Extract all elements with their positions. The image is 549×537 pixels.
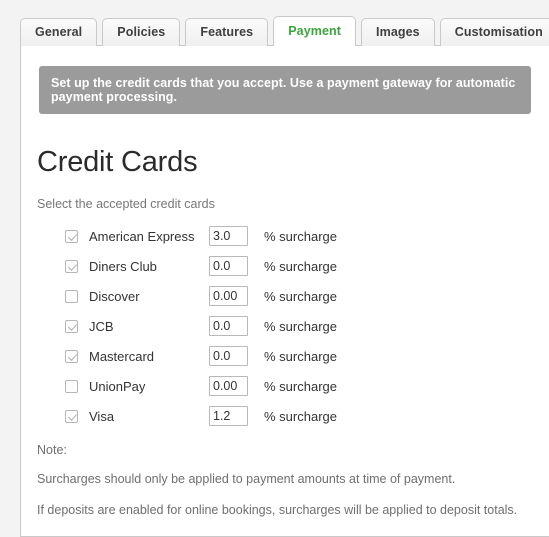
credit-card-label: American Express [89,228,195,244]
credit-card-row: Visa % surcharge [21,403,549,429]
tab-features[interactable]: Features [185,18,269,46]
surcharge-unit-label: % surcharge [264,288,337,304]
credit-card-label: Mastercard [89,348,155,364]
credit-cards-sub-label: Select the accepted credit cards [37,197,215,211]
credit-card-list: American Express % surcharge Diners Club % … [21,223,549,429]
surcharge-input-american-express[interactable] [209,226,248,246]
credit-card-row: Mastercard % surcharge [21,343,549,369]
checkbox-discover[interactable] [65,289,78,303]
surcharge-input-diners-club[interactable] [209,256,248,276]
credit-card-label: Discover [89,288,140,304]
checkbox-visa[interactable] [65,409,78,423]
checkbox-unionpay[interactable] [65,379,78,393]
checkbox-jcb[interactable] [65,319,78,333]
credit-card-row: UnionPay % surcharge [21,373,549,399]
surcharge-unit-label: % surcharge [264,348,337,364]
note-line: Surcharges should only be applied to pay… [37,472,456,486]
tab-payment[interactable]: Payment [273,16,357,46]
surcharge-input-jcb[interactable] [209,316,248,336]
credit-card-row: American Express % surcharge [21,223,549,249]
surcharge-unit-label: % surcharge [264,378,337,394]
checkbox-mastercard[interactable] [65,349,78,363]
surcharge-input-unionpay[interactable] [209,376,248,396]
surcharge-input-mastercard[interactable] [209,346,248,366]
checkbox-diners-club[interactable] [65,259,78,273]
surcharge-input-discover[interactable] [209,286,248,306]
page-title: Credit Cards [37,146,198,178]
checkbox-american-express[interactable] [65,229,78,243]
surcharge-unit-label: % surcharge [264,258,337,274]
credit-card-row: JCB % surcharge [21,313,549,339]
credit-card-row: Diners Club % surcharge [21,253,549,279]
credit-card-label: JCB [89,318,114,334]
surcharge-input-visa[interactable] [209,406,248,426]
surcharge-unit-label: % surcharge [264,318,337,334]
settings-tab-bar: General Policies Features Payment Images Cust… [0,16,549,46]
tab-policies[interactable]: Policies [102,18,181,46]
surcharge-unit-label: % surcharge [264,228,337,244]
tab-general[interactable]: General [20,18,98,46]
tab-panel-payment: Set up the credit cards that you accept.… [20,45,549,537]
credit-card-label: Visa [89,408,115,424]
notes-section: Note: Surcharges should only be applied … [37,443,549,536]
note-line: If deposits are enabled for online booki… [37,503,518,518]
credit-card-row: Discover % surcharge [21,283,549,309]
credit-card-label: Diners Club [89,258,157,274]
tab-images[interactable]: Images [361,18,435,46]
tab-customisation[interactable]: Customisation [439,18,549,46]
settings-screen: General Policies Features Payment Images Cust… [0,0,549,537]
credit-card-label: UnionPay [89,378,146,394]
info-banner: Set up the credit cards that you accept.… [39,66,531,114]
surcharge-unit-label: % surcharge [264,408,337,424]
note-heading: Note: [37,443,67,457]
